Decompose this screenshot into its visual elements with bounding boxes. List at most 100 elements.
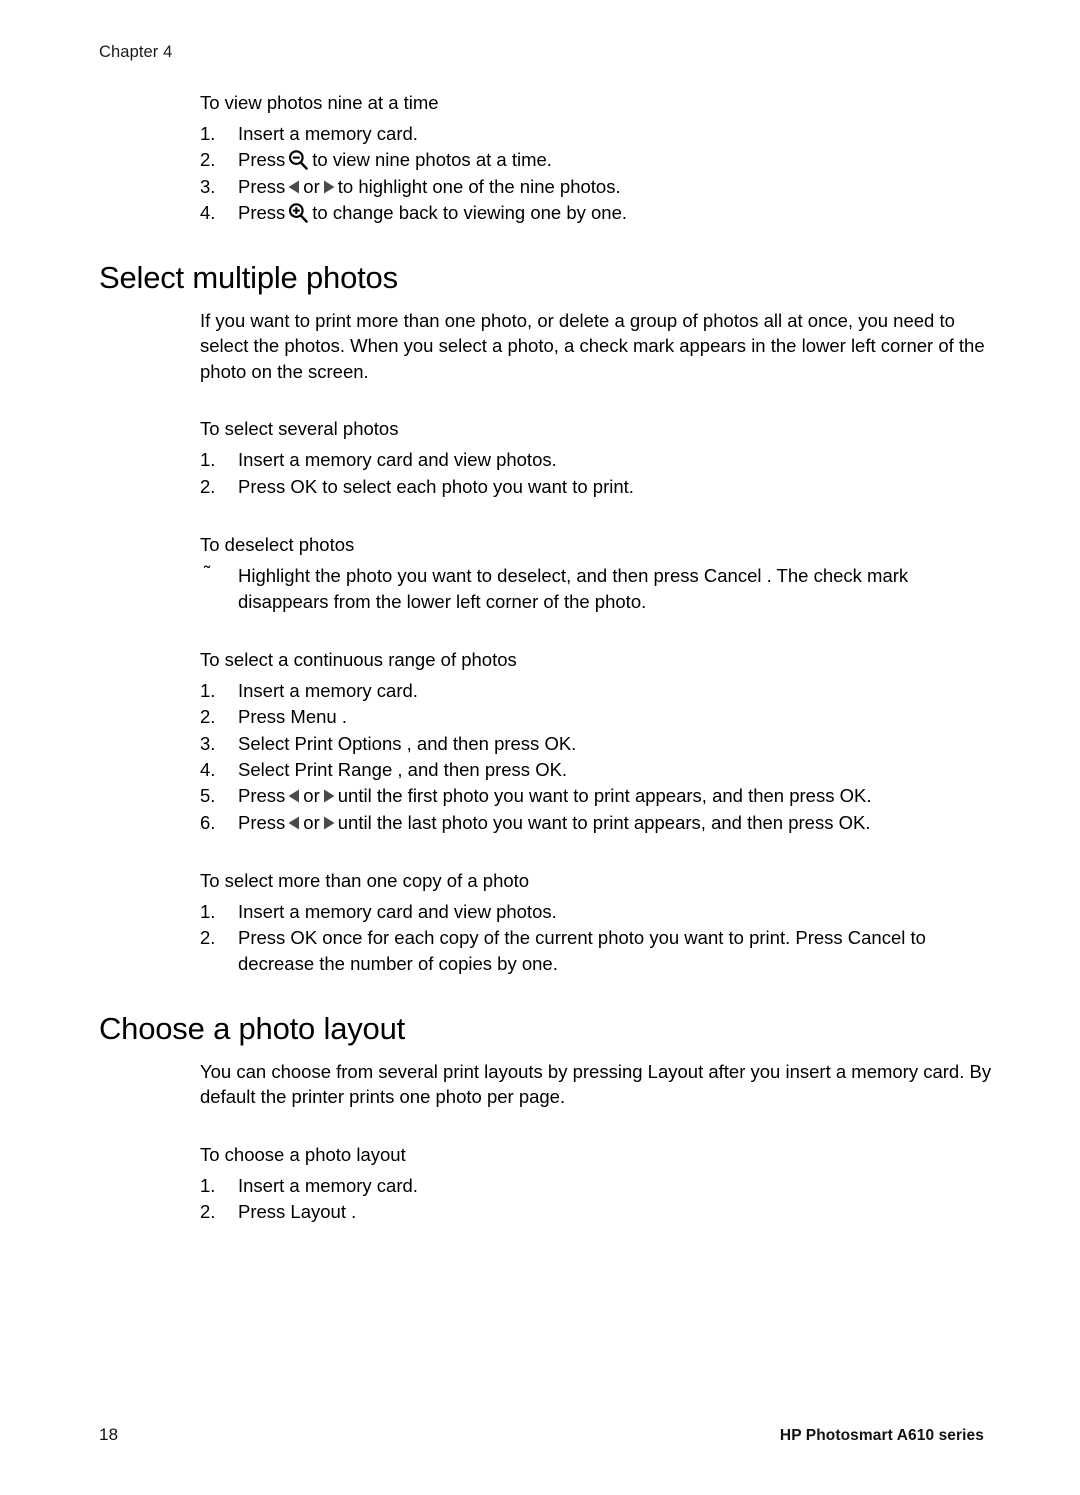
step-marker: 3. — [200, 175, 216, 197]
step-text: Press Menu . — [238, 706, 347, 728]
step-text: Select Print Options , and then press OK… — [238, 732, 577, 754]
running-header-chapter: Chapter 4 — [99, 43, 173, 61]
procedure-title: To select more than one copy of a photo — [200, 869, 530, 891]
paragraph-wrapper: If you want to print more than one photo… — [200, 308, 985, 385]
procedure-deselect: To deselect photos ˜ Highlight the photo… — [200, 530, 984, 615]
footer-page-number: 18 — [99, 1425, 119, 1444]
page-title-select-multiple-photos: Select multiple photos — [99, 259, 398, 295]
list-item: 2. Press OK once for each copy of the cu… — [200, 925, 995, 977]
step-text-post: to view nine photos at a time. — [312, 149, 552, 171]
procedure-choose-layout: To choose a photo layout 1. Insert a mem… — [200, 1140, 984, 1225]
list-item: 4. Press to change back to viewing one by… — [200, 200, 995, 226]
arrow-left-icon — [287, 179, 301, 195]
list-item: 1. Insert a memory card. — [200, 121, 995, 147]
step-marker: 1. — [200, 123, 216, 144]
list-item: 3. Press or to highlight one of the nine p… — [200, 174, 995, 200]
list-item: 1. Insert a memory card and view photos. — [200, 899, 995, 925]
step-marker: 1. — [200, 449, 216, 471]
procedure-view-nine: To view photos nine at a time 1. Insert … — [200, 88, 984, 226]
list-item: 5. Press or until the first photo you want… — [200, 783, 995, 809]
step-text: Insert a memory card. — [238, 1175, 418, 1197]
step-text: Press OK once for each copy of the curre… — [238, 927, 926, 975]
step-marker: 2. — [200, 1201, 216, 1223]
paragraph-wrapper: You can choose from several print layout… — [200, 1059, 991, 1110]
procedure-title: To view photos nine at a time — [200, 92, 439, 113]
step-list: 1. Insert a memory card. 2. Press to view… — [200, 121, 984, 226]
step-marker: 3. — [200, 732, 216, 754]
list-item: 2. Press to view nine photos at a time. — [200, 147, 995, 173]
step-text: Insert a memory card and view photos. — [238, 449, 557, 471]
step-text: Highlight the photo you want to deselect… — [238, 565, 909, 612]
step-text: Select Print Range , and then press OK. — [238, 759, 568, 781]
step-text-mid: or — [303, 811, 320, 833]
step-text: Insert a memory card and view photos. — [238, 900, 557, 922]
step-marker: 1. — [200, 680, 216, 702]
step-text-post: until the last photo you want to print a… — [337, 811, 871, 833]
page-title-choose-photo-layout: Choose a photo layout — [99, 1010, 406, 1046]
step-marker: 4. — [200, 201, 216, 223]
procedure-title: To select a continuous range of photos — [200, 649, 517, 671]
arrow-right-icon — [322, 788, 336, 804]
step-marker: 1. — [200, 1175, 216, 1197]
step-list: 1. Insert a memory card. 2. Press Menu .… — [200, 678, 984, 835]
document-page: Chapter 4 To view photos nine at a time … — [0, 0, 1080, 1495]
arrow-right-icon — [322, 815, 336, 831]
list-item: 3. Select Print Options , and then press… — [200, 731, 995, 757]
body-paragraph: If you want to print more than one photo… — [200, 309, 985, 382]
step-text-post: until the first photo you want to print … — [337, 785, 872, 807]
arrow-left-icon — [287, 815, 301, 831]
step-marker: 2. — [200, 149, 216, 171]
step-marker: 4. — [200, 759, 216, 781]
step-text: Press Layout . — [238, 1201, 357, 1223]
arrow-right-icon — [322, 179, 336, 195]
step-text: Press OK to select each photo you want t… — [238, 475, 634, 497]
list-item: 2. Press Menu . — [200, 704, 995, 730]
procedure-title: To deselect photos — [200, 534, 355, 556]
list-item: 6. Press or until the last photo you want … — [200, 810, 995, 836]
list-item: 1. Insert a memory card. — [200, 678, 995, 704]
step-text-mid: or — [303, 785, 320, 807]
step-marker: 5. — [200, 785, 216, 807]
body-paragraph: You can choose from several print layout… — [200, 1060, 992, 1108]
list-item: 2. Press OK to select each photo you wan… — [200, 474, 995, 500]
step-marker: 6. — [200, 811, 216, 833]
step-marker: 2. — [200, 475, 216, 497]
list-item: 4. Select Print Range , and then press O… — [200, 757, 995, 783]
magnifier-minus-icon — [287, 149, 309, 171]
page-footer: 18 HP Photosmart A610 series — [99, 1425, 984, 1449]
step-text-post: to highlight one of the nine photos. — [337, 175, 621, 197]
step-text-pre: Press — [238, 201, 286, 223]
list-item: 1. Insert a memory card and view photos. — [200, 447, 995, 473]
arrow-left-icon — [287, 788, 301, 804]
step-text-pre: Press — [238, 149, 286, 171]
step-text-post: to change back to viewing one by one. — [312, 201, 628, 223]
footer-product-name: HP Photosmart A610 series — [779, 1427, 984, 1444]
list-item: ˜ Highlight the photo you want to desele… — [200, 562, 995, 615]
magnifier-plus-icon — [287, 202, 309, 224]
list-item: 2. Press Layout . — [200, 1199, 995, 1225]
step-list: ˜ Highlight the photo you want to desele… — [200, 562, 984, 615]
step-text-pre: Press — [238, 785, 286, 807]
step-list: 1. Insert a memory card. 2. Press Layout… — [200, 1173, 984, 1225]
step-list: 1. Insert a memory card and view photos.… — [200, 899, 984, 977]
procedure-title: To choose a photo layout — [200, 1144, 406, 1166]
list-item: 1. Insert a memory card. — [200, 1173, 995, 1199]
step-text: Insert a memory card. — [238, 123, 418, 144]
step-text-pre: Press — [238, 175, 286, 197]
bullet-marker: ˜ — [204, 562, 211, 584]
step-text-pre: Press — [238, 811, 286, 833]
procedure-select-several: To select several photos 1. Insert a mem… — [200, 414, 984, 499]
step-marker: 2. — [200, 927, 216, 949]
step-text: Insert a memory card. — [238, 680, 418, 702]
step-list: 1. Insert a memory card and view photos.… — [200, 447, 984, 499]
step-marker: 2. — [200, 706, 216, 728]
procedure-more-copies: To select more than one copy of a photo … — [200, 866, 984, 977]
procedure-continuous-range: To select a continuous range of photos 1… — [200, 645, 984, 835]
step-text-mid: or — [303, 175, 320, 197]
step-marker: 1. — [200, 900, 216, 922]
